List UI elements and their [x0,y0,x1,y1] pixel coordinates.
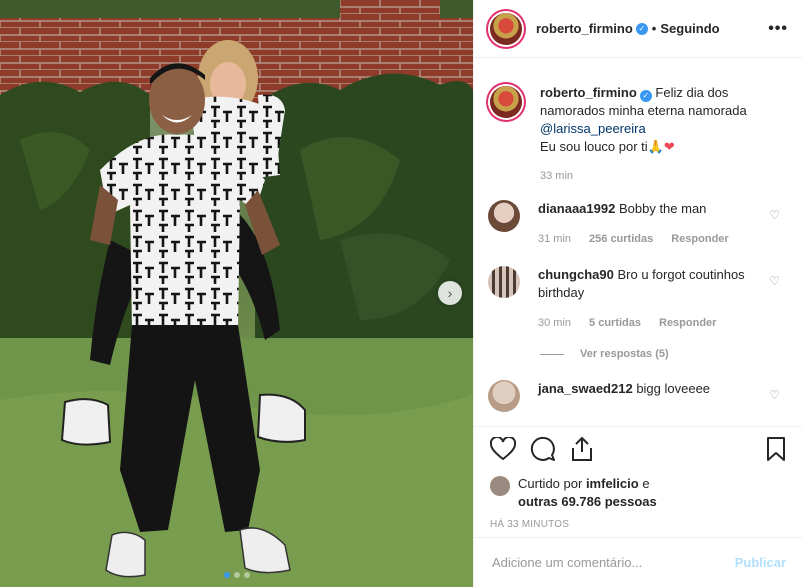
caption-avatar[interactable] [490,86,522,118]
likes-others[interactable]: outras 69.786 pessoas [518,494,657,509]
post-caption: roberto_firmino ✓ Feliz dia dos namorados… [474,70,802,182]
view-replies-button[interactable]: Ver respostas (5) [540,348,802,360]
caption-mention[interactable]: @larissa_peereira [540,121,646,136]
post-timestamp[interactable]: HÁ 33 MINUTOS [490,519,786,530]
verified-icon: ✓ [639,90,652,102]
comment-item: chungcha90 Bro u forgot coutinhos birthd… [474,266,802,332]
comment-username[interactable]: jana_swaed212 [538,381,633,396]
liker-avatar[interactable] [490,476,510,496]
post-photo-illustration [0,0,473,587]
bookmark-icon[interactable] [766,436,786,465]
comment-time[interactable]: 30 min [538,314,571,332]
caption-time[interactable]: 33 min [540,170,786,182]
comment-input[interactable] [490,554,735,571]
caption-line2: Eu sou louco por ti [540,139,648,154]
reply-button[interactable]: Responder [659,314,716,332]
separator-dot: • [651,21,657,36]
action-icons [489,435,786,465]
comment-item: dianaaa1992 Bobby the man 31 min 256 cur… [474,200,802,248]
comment-like-heart-icon[interactable]: ♡ [769,388,780,402]
comment-icon[interactable] [530,436,556,465]
verified-icon: ✓ [635,22,648,35]
comment-likes[interactable]: 256 curtidas [589,230,653,248]
comment-time[interactable]: 31 min [538,230,571,248]
add-comment-bar: Publicar [474,537,802,587]
chevron-right-icon: › [447,285,453,301]
carousel-dot [243,572,250,578]
post-photo: › [0,0,473,587]
carousel-dots [0,572,473,578]
comment-like-heart-icon[interactable]: ♡ [769,274,780,288]
comment-avatar[interactable] [488,266,520,298]
more-options-button[interactable]: ••• [768,20,788,38]
carousel-dot [223,572,230,578]
post-header: roberto_firmino ✓ • Seguindo ••• [474,0,802,58]
comment-text: bigg loveeee [636,381,711,396]
caption-text-block: roberto_firmino ✓ Feliz dia dos namorados… [540,84,786,156]
likes-prefix: Curtido por [518,476,583,491]
comment-likes[interactable]: 5 curtidas [589,314,641,332]
comment-item: jana_swaed212 bigg loveeee ♡ [474,380,802,412]
heart-icon[interactable] [489,435,517,464]
likes-connector: e [642,476,650,491]
comment-like-heart-icon[interactable]: ♡ [769,208,780,222]
caption-username[interactable]: roberto_firmino [540,85,637,100]
comment-username[interactable]: chungcha90 [538,267,614,282]
avatar[interactable] [490,12,522,45]
comment-avatar[interactable] [488,200,520,232]
comment-text: Bobby the man [618,201,707,216]
post-side-panel: roberto_firmino ✓ • Seguindo ••• roberto… [473,0,802,587]
carousel-dot [233,572,240,578]
view-replies-label: Ver respostas (5) [580,348,669,360]
following-button[interactable]: Seguindo [660,21,719,36]
likes-summary: Curtido por imfelicio e outras 69.786 pe… [490,475,786,511]
post-actions: Curtido por imfelicio e outras 69.786 pe… [474,426,802,530]
next-photo-button[interactable]: › [438,281,462,305]
caption-emojis: 🙏❤ [647,139,675,154]
publish-button[interactable]: Publicar [735,555,786,570]
header-username[interactable]: roberto_firmino [536,21,633,36]
comments-list[interactable]: roberto_firmino ✓ Feliz dia dos namorados… [474,70,802,426]
comment-username[interactable]: dianaaa1992 [538,201,615,216]
share-icon[interactable] [570,436,594,465]
comment-avatar[interactable] [488,380,520,412]
liker-username[interactable]: imfelicio [586,476,639,491]
reply-button[interactable]: Responder [671,230,728,248]
replies-line [540,353,564,355]
